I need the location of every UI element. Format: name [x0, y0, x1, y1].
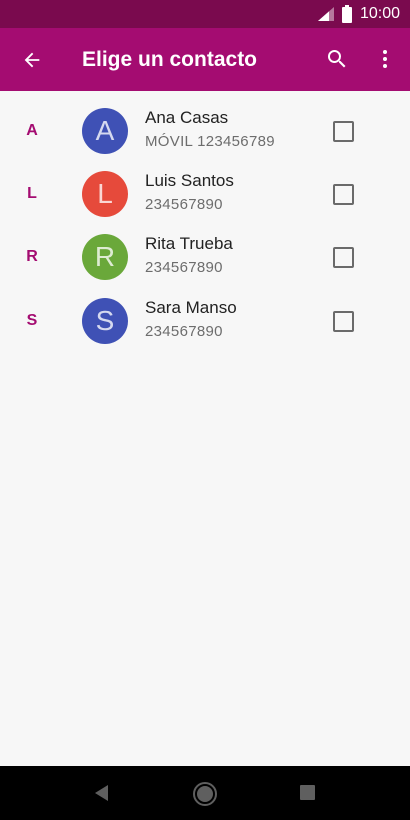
contact-checkbox[interactable] — [333, 311, 354, 332]
contact-name: Sara Manso — [145, 298, 237, 317]
status-bar: 10:00 — [0, 0, 410, 28]
contact-row-ana-casas[interactable]: A A Ana Casas MÓVIL 123456789 — [0, 99, 410, 163]
back-button[interactable] — [18, 46, 46, 74]
contact-checkbox[interactable] — [333, 247, 354, 268]
contact-name: Ana Casas — [145, 108, 229, 127]
contact-name: Rita Trueba — [145, 234, 233, 253]
contact-number: 234567890 — [145, 323, 223, 340]
contact-number: MÓVIL 123456789 — [145, 133, 275, 150]
nav-home-icon[interactable] — [192, 781, 218, 807]
status-time: 10:00 — [359, 5, 400, 22]
search-button[interactable] — [323, 45, 351, 73]
contact-number: 234567890 — [145, 259, 223, 276]
section-letter: S — [26, 312, 38, 329]
avatar: L — [82, 171, 128, 217]
signal-icon — [317, 7, 334, 21]
app-bar: Elige un contacto — [0, 28, 410, 91]
contact-row-sara-manso[interactable]: S S Sara Manso 234567890 — [0, 289, 410, 353]
avatar: A — [82, 108, 128, 154]
arrow-back-icon — [24, 52, 40, 68]
navigation-bar — [0, 766, 410, 820]
contact-list: A A Ana Casas MÓVIL 123456789 L L Luis S… — [0, 91, 410, 766]
contact-checkbox[interactable] — [333, 184, 354, 205]
contact-name: Luis Santos — [145, 171, 234, 190]
avatar: S — [82, 298, 128, 344]
section-letter: A — [26, 122, 38, 139]
battery-icon — [341, 5, 352, 23]
nav-recents-icon[interactable] — [300, 785, 315, 800]
nav-back-icon[interactable] — [92, 783, 112, 803]
contact-number: 234567890 — [145, 196, 223, 213]
more-options-button[interactable] — [372, 45, 398, 73]
page-title: Elige un contacto — [82, 48, 258, 71]
section-letter: R — [26, 248, 38, 265]
avatar: R — [82, 234, 128, 280]
section-letter: L — [27, 185, 37, 202]
search-icon — [328, 50, 346, 68]
contact-row-rita-trueba[interactable]: R R Rita Trueba 234567890 — [0, 225, 410, 289]
contact-checkbox[interactable] — [333, 121, 354, 142]
more-vert-icon — [383, 50, 387, 68]
contact-row-luis-santos[interactable]: L L Luis Santos 234567890 — [0, 162, 410, 226]
